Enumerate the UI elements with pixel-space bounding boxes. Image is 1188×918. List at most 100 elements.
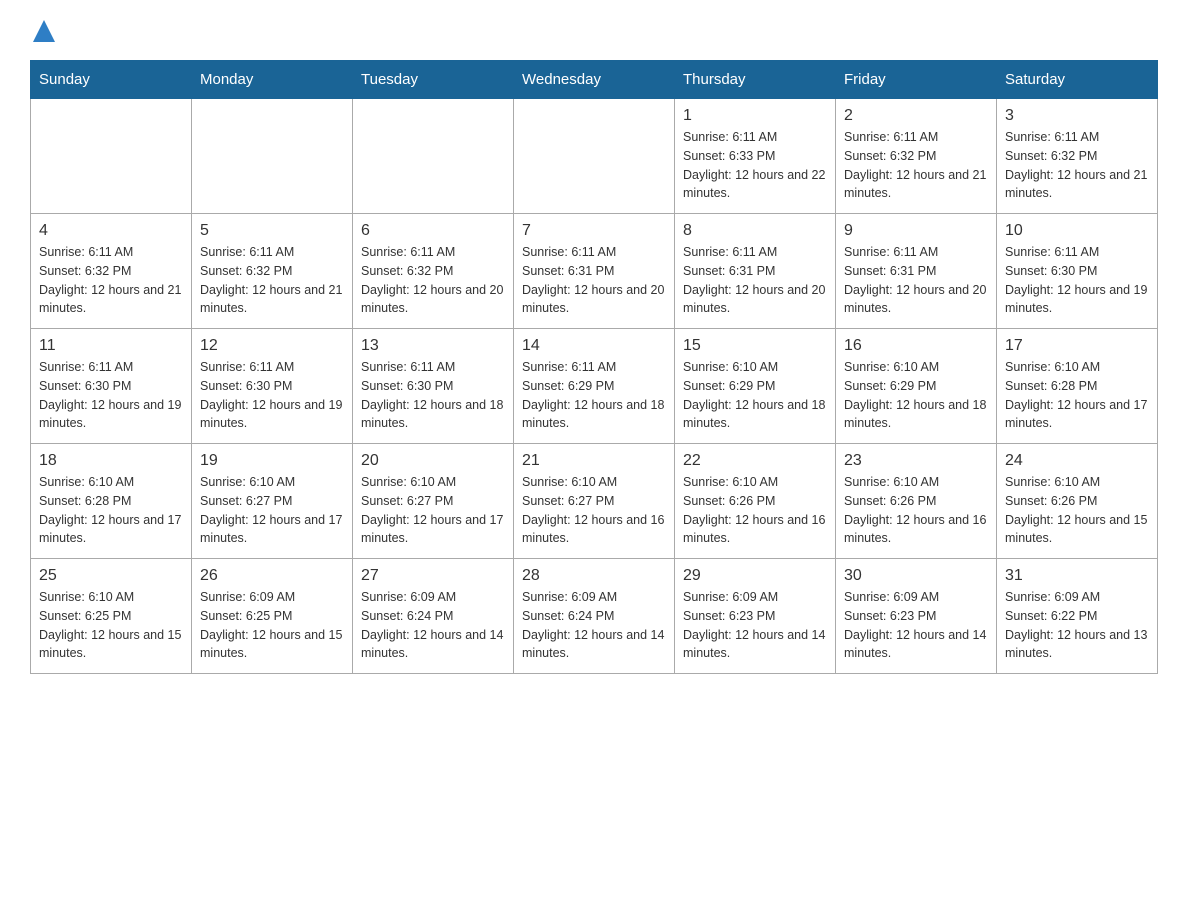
- day-number: 20: [361, 452, 505, 470]
- weekday-header-thursday: Thursday: [675, 61, 836, 99]
- calendar-week-2: 4Sunrise: 6:11 AMSunset: 6:32 PMDaylight…: [31, 214, 1158, 329]
- calendar-cell: [192, 99, 353, 214]
- day-number: 27: [361, 567, 505, 585]
- day-number: 28: [522, 567, 666, 585]
- calendar-cell: [31, 99, 192, 214]
- calendar-cell: 11 Sunrise: 6:11 AMSunset: 6:30 PMDayligh…: [31, 329, 192, 444]
- day-number: 29: [683, 567, 827, 585]
- day-number: 7: [522, 222, 666, 240]
- day-number: 6: [361, 222, 505, 240]
- weekday-header-monday: Monday: [192, 61, 353, 99]
- day-number: 1: [683, 107, 827, 125]
- day-number: 5: [200, 222, 344, 240]
- day-info: Sunrise: 6:10 AMSunset: 6:29 PMDaylight:…: [683, 358, 827, 433]
- calendar-week-4: 18Sunrise: 6:10 AMSunset: 6:28 PMDayligh…: [31, 444, 1158, 559]
- calendar-cell: 29 Sunrise: 6:09 AMSunset: 6:23 PMDayligh…: [675, 559, 836, 674]
- calendar-cell: 18Sunrise: 6:10 AMSunset: 6:28 PMDayligh…: [31, 444, 192, 559]
- day-number: 19: [200, 452, 344, 470]
- day-info: Sunrise: 6:10 AMSunset: 6:27 PMDaylight:…: [522, 473, 666, 548]
- day-number: 9: [844, 222, 988, 240]
- calendar-cell: 1 Sunrise: 6:11 AMSunset: 6:33 PMDaylight…: [675, 99, 836, 214]
- day-number: 22: [683, 452, 827, 470]
- calendar-cell: 6 Sunrise: 6:11 AMSunset: 6:32 PMDaylight…: [353, 214, 514, 329]
- day-info: Sunrise: 6:10 AMSunset: 6:28 PMDaylight:…: [1005, 358, 1149, 433]
- calendar-week-1: 1 Sunrise: 6:11 AMSunset: 6:33 PMDaylight…: [31, 99, 1158, 214]
- day-number: 16: [844, 337, 988, 355]
- day-number: 10: [1005, 222, 1149, 240]
- day-number: 30: [844, 567, 988, 585]
- calendar-cell: 22Sunrise: 6:10 AMSunset: 6:26 PMDayligh…: [675, 444, 836, 559]
- day-info: Sunrise: 6:11 AMSunset: 6:31 PMDaylight:…: [683, 243, 827, 318]
- day-info: Sunrise: 6:11 AMSunset: 6:31 PMDaylight:…: [522, 243, 666, 318]
- day-number: 31: [1005, 567, 1149, 585]
- calendar-week-5: 25 Sunrise: 6:10 AMSunset: 6:25 PMDayligh…: [31, 559, 1158, 674]
- day-info: Sunrise: 6:09 AMSunset: 6:23 PMDaylight:…: [844, 588, 988, 663]
- day-number: 12: [200, 337, 344, 355]
- day-info: Sunrise: 6:11 AMSunset: 6:31 PMDaylight:…: [844, 243, 988, 318]
- day-info: Sunrise: 6:11 AMSunset: 6:32 PMDaylight:…: [361, 243, 505, 318]
- calendar-cell: 15 Sunrise: 6:10 AMSunset: 6:29 PMDayligh…: [675, 329, 836, 444]
- calendar-cell: 24 Sunrise: 6:10 AMSunset: 6:26 PMDayligh…: [997, 444, 1158, 559]
- day-info: Sunrise: 6:09 AMSunset: 6:23 PMDaylight:…: [683, 588, 827, 663]
- calendar-cell: [353, 99, 514, 214]
- calendar-cell: [514, 99, 675, 214]
- calendar-cell: 5Sunrise: 6:11 AMSunset: 6:32 PMDaylight…: [192, 214, 353, 329]
- day-number: 25: [39, 567, 183, 585]
- logo-triangle-icon: [33, 20, 55, 42]
- day-number: 21: [522, 452, 666, 470]
- day-number: 26: [200, 567, 344, 585]
- day-info: Sunrise: 6:10 AMSunset: 6:27 PMDaylight:…: [200, 473, 344, 548]
- day-number: 17: [1005, 337, 1149, 355]
- calendar-cell: 9 Sunrise: 6:11 AMSunset: 6:31 PMDaylight…: [836, 214, 997, 329]
- day-info: Sunrise: 6:10 AMSunset: 6:29 PMDaylight:…: [844, 358, 988, 433]
- calendar-cell: 16 Sunrise: 6:10 AMSunset: 6:29 PMDayligh…: [836, 329, 997, 444]
- calendar-cell: 26 Sunrise: 6:09 AMSunset: 6:25 PMDayligh…: [192, 559, 353, 674]
- calendar-cell: 12 Sunrise: 6:11 AMSunset: 6:30 PMDayligh…: [192, 329, 353, 444]
- weekday-header-saturday: Saturday: [997, 61, 1158, 99]
- day-number: 24: [1005, 452, 1149, 470]
- day-info: Sunrise: 6:10 AMSunset: 6:26 PMDaylight:…: [1005, 473, 1149, 548]
- calendar-cell: 19 Sunrise: 6:10 AMSunset: 6:27 PMDayligh…: [192, 444, 353, 559]
- calendar-cell: 4Sunrise: 6:11 AMSunset: 6:32 PMDaylight…: [31, 214, 192, 329]
- logo: [30, 20, 55, 40]
- day-number: 13: [361, 337, 505, 355]
- day-number: 2: [844, 107, 988, 125]
- day-number: 23: [844, 452, 988, 470]
- calendar-cell: 25 Sunrise: 6:10 AMSunset: 6:25 PMDayligh…: [31, 559, 192, 674]
- day-info: Sunrise: 6:11 AMSunset: 6:32 PMDaylight:…: [39, 243, 183, 318]
- day-number: 11: [39, 337, 183, 355]
- day-number: 8: [683, 222, 827, 240]
- calendar-cell: 21 Sunrise: 6:10 AMSunset: 6:27 PMDayligh…: [514, 444, 675, 559]
- calendar-cell: 27 Sunrise: 6:09 AMSunset: 6:24 PMDayligh…: [353, 559, 514, 674]
- calendar-cell: 13 Sunrise: 6:11 AMSunset: 6:30 PMDayligh…: [353, 329, 514, 444]
- day-info: Sunrise: 6:10 AMSunset: 6:28 PMDaylight:…: [39, 473, 183, 548]
- day-info: Sunrise: 6:11 AMSunset: 6:30 PMDaylight:…: [200, 358, 344, 433]
- day-info: Sunrise: 6:09 AMSunset: 6:24 PMDaylight:…: [361, 588, 505, 663]
- day-info: Sunrise: 6:11 AMSunset: 6:30 PMDaylight:…: [39, 358, 183, 433]
- calendar-cell: 8 Sunrise: 6:11 AMSunset: 6:31 PMDaylight…: [675, 214, 836, 329]
- day-info: Sunrise: 6:11 AMSunset: 6:30 PMDaylight:…: [361, 358, 505, 433]
- weekday-header-sunday: Sunday: [31, 61, 192, 99]
- calendar-cell: 14Sunrise: 6:11 AMSunset: 6:29 PMDayligh…: [514, 329, 675, 444]
- page-header: [30, 20, 1158, 40]
- day-info: Sunrise: 6:11 AMSunset: 6:30 PMDaylight:…: [1005, 243, 1149, 318]
- day-number: 14: [522, 337, 666, 355]
- weekday-header-row: SundayMondayTuesdayWednesdayThursdayFrid…: [31, 61, 1158, 99]
- day-info: Sunrise: 6:10 AMSunset: 6:27 PMDaylight:…: [361, 473, 505, 548]
- day-info: Sunrise: 6:09 AMSunset: 6:24 PMDaylight:…: [522, 588, 666, 663]
- calendar-week-3: 11 Sunrise: 6:11 AMSunset: 6:30 PMDayligh…: [31, 329, 1158, 444]
- day-info: Sunrise: 6:11 AMSunset: 6:32 PMDaylight:…: [1005, 128, 1149, 203]
- calendar-cell: 17 Sunrise: 6:10 AMSunset: 6:28 PMDayligh…: [997, 329, 1158, 444]
- calendar-cell: 7 Sunrise: 6:11 AMSunset: 6:31 PMDaylight…: [514, 214, 675, 329]
- day-info: Sunrise: 6:10 AMSunset: 6:25 PMDaylight:…: [39, 588, 183, 663]
- day-info: Sunrise: 6:09 AMSunset: 6:25 PMDaylight:…: [200, 588, 344, 663]
- weekday-header-friday: Friday: [836, 61, 997, 99]
- day-info: Sunrise: 6:11 AMSunset: 6:32 PMDaylight:…: [844, 128, 988, 203]
- day-info: Sunrise: 6:09 AMSunset: 6:22 PMDaylight:…: [1005, 588, 1149, 663]
- calendar-cell: 31 Sunrise: 6:09 AMSunset: 6:22 PMDayligh…: [997, 559, 1158, 674]
- calendar-cell: 3Sunrise: 6:11 AMSunset: 6:32 PMDaylight…: [997, 99, 1158, 214]
- calendar-cell: 20 Sunrise: 6:10 AMSunset: 6:27 PMDayligh…: [353, 444, 514, 559]
- day-info: Sunrise: 6:11 AMSunset: 6:33 PMDaylight:…: [683, 128, 827, 203]
- day-info: Sunrise: 6:10 AMSunset: 6:26 PMDaylight:…: [844, 473, 988, 548]
- day-number: 15: [683, 337, 827, 355]
